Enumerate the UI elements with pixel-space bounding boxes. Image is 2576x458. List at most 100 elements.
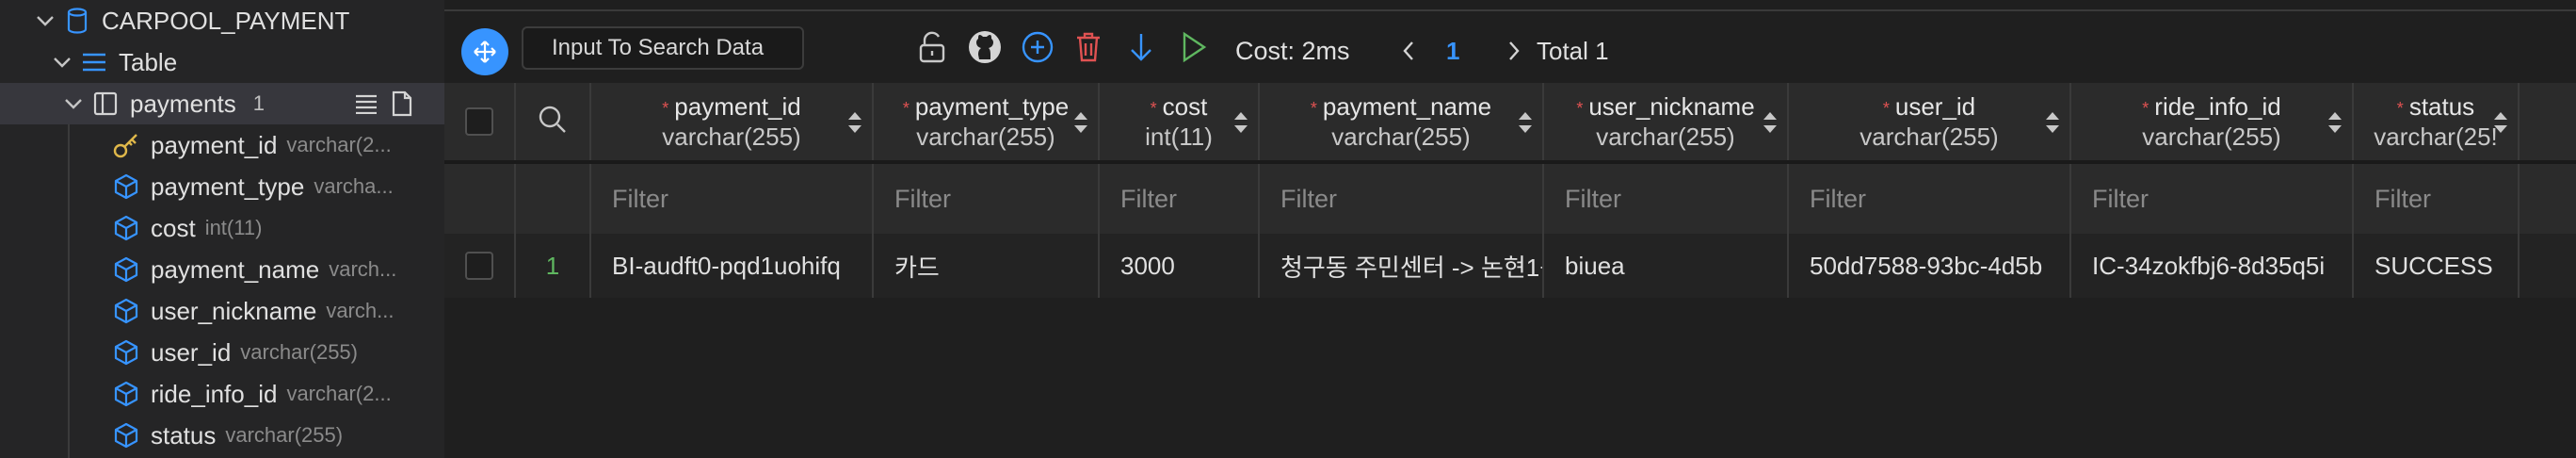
table-row[interactable]: 1 BI-audft0-pqd1uohifq 카드 3000 청구동 주민센터 -> 논… — [444, 234, 2576, 298]
column-item-user-id[interactable]: user_id varchar(255) — [0, 332, 444, 373]
required-marker: * — [2142, 99, 2149, 119]
sidebar-tree: CARPOOL_PAYMENT Table payments 1 payment… — [0, 0, 444, 458]
sort-icon[interactable] — [1761, 109, 1779, 136]
cell-status[interactable]: SUCCESS — [2354, 234, 2520, 298]
tree-item-payments[interactable]: payments 1 — [0, 83, 444, 124]
filter-input-payment-type[interactable]: Filter — [874, 164, 1100, 234]
column-header-payment-id[interactable]: * payment_id varchar(255) — [591, 83, 874, 160]
database-name: CARPOOL_PAYMENT — [102, 6, 350, 35]
cell-payment-name[interactable]: 청구동 주민센터 -> 논현1동 — [1260, 234, 1544, 298]
filter-spacer — [444, 164, 516, 234]
cell-user-id[interactable]: 50dd7588-93bc-4d5b — [1789, 234, 2071, 298]
filter-input-ride-info-id[interactable]: Filter — [2071, 164, 2354, 234]
sort-icon[interactable] — [845, 109, 864, 136]
cell-payment-id[interactable]: BI-audft0-pqd1uohifq — [591, 234, 874, 298]
column-header-status[interactable]: * status varchar(25! — [2354, 83, 2520, 160]
header-name: payment_id — [674, 91, 801, 121]
cube-icon — [111, 337, 141, 368]
filter-input-status[interactable]: Filter — [2354, 164, 2520, 234]
list-view-icon[interactable] — [354, 83, 378, 124]
header-type: varchar(255) — [662, 123, 801, 152]
required-marker: * — [1150, 99, 1157, 119]
document-icon[interactable] — [392, 83, 412, 124]
next-page-icon[interactable] — [1503, 34, 1525, 68]
chevron-down-icon[interactable] — [62, 92, 85, 115]
header-type: varchar(255) — [1860, 123, 1999, 152]
select-all-checkbox[interactable] — [465, 107, 493, 136]
tree-item-database[interactable]: CARPOOL_PAYMENT — [0, 0, 444, 41]
column-header-payment-name[interactable]: * payment_name varchar(255) — [1260, 83, 1544, 160]
filter-row: Filter Filter Filter Filter Filter Filter Filt… — [444, 160, 2576, 234]
column-item-status[interactable]: status varchar(255) — [0, 415, 444, 456]
header-name: user_id — [1894, 91, 1976, 121]
cost-label: Cost: 2ms — [1235, 36, 1350, 65]
cell-payment-type[interactable]: 카드 — [874, 234, 1100, 298]
header-search[interactable] — [516, 83, 591, 160]
filter-input-payment-id[interactable]: Filter — [591, 164, 874, 234]
run-icon[interactable] — [1175, 28, 1213, 66]
cell-user-nickname[interactable]: biuea — [1544, 234, 1789, 298]
header-name: status — [2408, 91, 2475, 121]
sort-icon[interactable] — [1071, 109, 1090, 136]
filter-input-user-nickname[interactable]: Filter — [1544, 164, 1789, 234]
row-number: 1 — [516, 234, 591, 298]
column-name: payment_name — [151, 254, 320, 284]
column-header-ride-info-id[interactable]: * ride_info_id varchar(255) — [2071, 83, 2354, 160]
column-item-payment-type[interactable]: payment_type varcha... — [0, 166, 444, 207]
column-item-payment-name[interactable]: payment_name varch... — [0, 249, 444, 290]
cell-cost[interactable]: 3000 — [1100, 234, 1260, 298]
header-type: varchar(255) — [2142, 123, 2281, 152]
header-name: payment_name — [1322, 91, 1492, 121]
row-select[interactable] — [444, 234, 516, 298]
cell-ride-info-id[interactable]: IC-34zokfbj6-8d35q5i — [2071, 234, 2354, 298]
row-checkbox[interactable] — [465, 252, 493, 280]
sort-icon[interactable] — [2043, 109, 2062, 136]
filter-input-user-id[interactable]: Filter — [1789, 164, 2071, 234]
column-header-user-nickname[interactable]: * user_nickname varchar(255) — [1544, 83, 1789, 160]
arrow-down-icon[interactable] — [1122, 28, 1160, 66]
add-circle-icon[interactable] — [1019, 28, 1056, 66]
column-type: varchar(255) — [240, 340, 358, 364]
header-type: varchar(255) — [916, 123, 1055, 152]
cube-icon — [111, 379, 141, 409]
header-name: cost — [1162, 91, 1208, 121]
chevron-down-icon[interactable] — [34, 9, 56, 32]
header-row: * payment_id varchar(255) * payment_type varc… — [444, 83, 2576, 160]
header-name: payment_type — [914, 91, 1070, 121]
table-name: payments — [130, 89, 236, 118]
column-item-user-nickname[interactable]: user_nickname varch... — [0, 290, 444, 332]
prev-page-icon[interactable] — [1397, 34, 1420, 68]
filter-input-payment-name[interactable]: Filter — [1260, 164, 1544, 234]
filter-input-cost[interactable]: Filter — [1100, 164, 1260, 234]
delete-icon[interactable] — [1070, 28, 1107, 66]
column-header-user-id[interactable]: * user_id varchar(255) — [1789, 83, 2071, 160]
chevron-down-icon[interactable] — [51, 51, 73, 74]
cube-icon — [111, 296, 141, 326]
column-item-ride-info-id[interactable]: ride_info_id varchar(2... — [0, 373, 444, 415]
page-number[interactable]: 1 — [1446, 28, 1459, 74]
column-type: varcha... — [314, 174, 394, 198]
header-name: user_nickname — [1588, 91, 1755, 121]
sort-icon[interactable] — [2326, 109, 2344, 136]
column-name: user_nickname — [151, 296, 317, 325]
header-select-all[interactable] — [444, 83, 516, 160]
search-icon[interactable] — [538, 105, 568, 139]
column-name: user_id — [151, 337, 232, 367]
column-type: varch... — [329, 257, 397, 281]
unlock-icon[interactable] — [915, 28, 949, 66]
search-input[interactable]: Input To Search Data — [522, 26, 804, 70]
sort-icon[interactable] — [2491, 109, 2510, 136]
table-icon — [90, 89, 121, 119]
sort-icon[interactable] — [1232, 109, 1250, 136]
move-button[interactable] — [461, 28, 508, 75]
column-item-payment-id[interactable]: payment_id varchar(2... — [0, 124, 444, 166]
github-icon[interactable] — [966, 28, 1004, 66]
column-header-payment-type[interactable]: * payment_type varchar(255) — [874, 83, 1100, 160]
required-marker: * — [1576, 99, 1584, 119]
sort-icon[interactable] — [1516, 109, 1535, 136]
column-item-cost[interactable]: cost int(11) — [0, 207, 444, 249]
tree-item-table-folder[interactable]: Table — [0, 41, 444, 83]
required-marker: * — [662, 99, 669, 119]
table-count: 1 — [252, 91, 265, 115]
column-header-cost[interactable]: * cost int(11) — [1100, 83, 1260, 160]
